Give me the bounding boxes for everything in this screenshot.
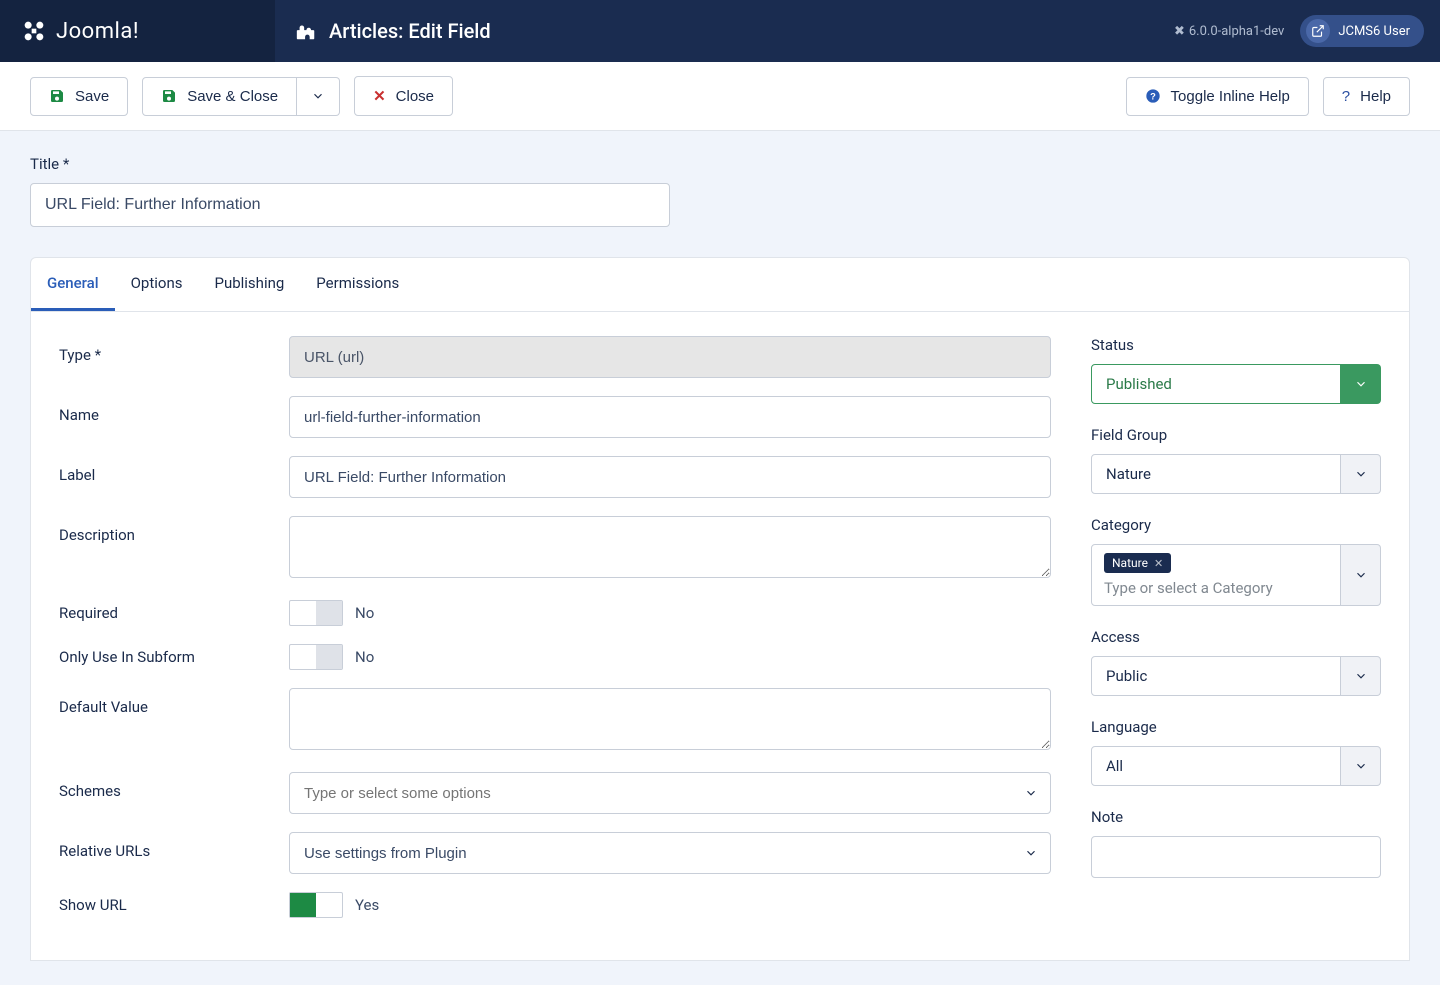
joomla-icon <box>20 17 48 45</box>
toggle-help-button[interactable]: ? Toggle Inline Help <box>1126 77 1309 116</box>
type-label: Type * <box>59 336 289 364</box>
label-label: Label <box>59 456 289 484</box>
field-group-label: Field Group <box>1091 426 1381 444</box>
title-input[interactable] <box>30 183 670 227</box>
page-title-area: Articles: Edit Field <box>275 19 1174 43</box>
main-column: Type * Name Label <box>59 336 1051 936</box>
joomla-small-icon: ✖ <box>1174 24 1185 39</box>
info-icon: ? <box>1145 88 1161 104</box>
tab-bar: General Options Publishing Permissions <box>31 258 1409 312</box>
status-label: Status <box>1091 336 1381 354</box>
help-button[interactable]: ? Help <box>1323 77 1410 116</box>
label-input[interactable] <box>289 456 1051 498</box>
name-label: Name <box>59 396 289 424</box>
note-label: Note <box>1091 808 1381 826</box>
svg-text:?: ? <box>1150 91 1156 101</box>
save-close-button[interactable]: Save & Close <box>142 77 297 116</box>
subform-label: Only Use In Subform <box>59 644 289 666</box>
type-field <box>289 336 1051 378</box>
subform-toggle[interactable] <box>289 644 343 670</box>
save-icon <box>161 88 177 104</box>
default-label: Default Value <box>59 688 289 716</box>
side-column: Status Published Field Group Nature <box>1091 336 1381 936</box>
category-select[interactable]: Nature ✕ Type or select a Category <box>1091 544 1381 606</box>
show-url-value: Yes <box>355 896 379 914</box>
topbar: Joomla! Articles: Edit Field ✖ 6.0.0-alp… <box>0 0 1440 62</box>
show-url-label: Show URL <box>59 892 289 914</box>
tab-publishing[interactable]: Publishing <box>198 258 300 311</box>
schemes-select[interactable] <box>289 772 1051 814</box>
category-label: Category <box>1091 516 1381 534</box>
chevron-down-icon <box>1341 746 1381 786</box>
category-chip[interactable]: Nature ✕ <box>1104 553 1171 573</box>
tab-permissions[interactable]: Permissions <box>300 258 415 311</box>
brand-name: Joomla! <box>56 19 139 44</box>
show-url-toggle[interactable] <box>289 892 343 918</box>
save-button[interactable]: Save <box>30 77 128 116</box>
access-label: Access <box>1091 628 1381 646</box>
user-name: JCMS6 User <box>1338 24 1410 39</box>
help-icon: ? <box>1342 88 1350 105</box>
note-input[interactable] <box>1091 836 1381 878</box>
page-title: Articles: Edit Field <box>329 19 491 43</box>
required-toggle[interactable] <box>289 600 343 626</box>
close-button[interactable]: ✕ Close <box>354 76 453 116</box>
form-panel: General Options Publishing Permissions T… <box>30 257 1410 961</box>
schemes-label: Schemes <box>59 772 289 800</box>
relative-urls-label: Relative URLs <box>59 832 289 860</box>
field-group-select[interactable]: Nature <box>1091 454 1381 494</box>
chevron-down-icon <box>1341 364 1381 404</box>
title-label: Title * <box>30 155 1410 173</box>
tab-options[interactable]: Options <box>115 258 199 311</box>
description-label: Description <box>59 516 289 544</box>
puzzle-icon <box>295 20 317 42</box>
relative-urls-select[interactable] <box>289 832 1051 874</box>
remove-chip-icon[interactable]: ✕ <box>1154 557 1163 570</box>
user-menu[interactable]: JCMS6 User <box>1300 15 1424 47</box>
close-icon: ✕ <box>373 87 386 105</box>
language-select[interactable]: All <box>1091 746 1381 786</box>
version-label[interactable]: ✖ 6.0.0-alpha1-dev <box>1174 24 1284 39</box>
language-label: Language <box>1091 718 1381 736</box>
subform-value: No <box>355 648 374 666</box>
save-icon <box>49 88 65 104</box>
access-select[interactable]: Public <box>1091 656 1381 696</box>
tab-general[interactable]: General <box>31 258 115 311</box>
content-area: Title * General Options Publishing Permi… <box>0 131 1440 985</box>
external-link-icon <box>1306 19 1330 43</box>
brand-logo[interactable]: Joomla! <box>0 0 275 62</box>
chevron-down-icon <box>1341 656 1381 696</box>
chevron-down-icon <box>1341 544 1381 606</box>
save-close-group: Save & Close <box>142 77 340 116</box>
default-value-textarea[interactable] <box>289 688 1051 750</box>
toolbar: Save Save & Close ✕ Close ? Toggle Inlin… <box>0 62 1440 131</box>
save-close-dropdown[interactable] <box>297 77 340 116</box>
chevron-down-icon <box>311 89 325 103</box>
description-textarea[interactable] <box>289 516 1051 578</box>
name-input[interactable] <box>289 396 1051 438</box>
category-placeholder: Type or select a Category <box>1104 579 1273 597</box>
required-value: No <box>355 604 374 622</box>
required-label: Required <box>59 600 289 622</box>
chevron-down-icon <box>1341 454 1381 494</box>
status-select[interactable]: Published <box>1091 364 1381 404</box>
